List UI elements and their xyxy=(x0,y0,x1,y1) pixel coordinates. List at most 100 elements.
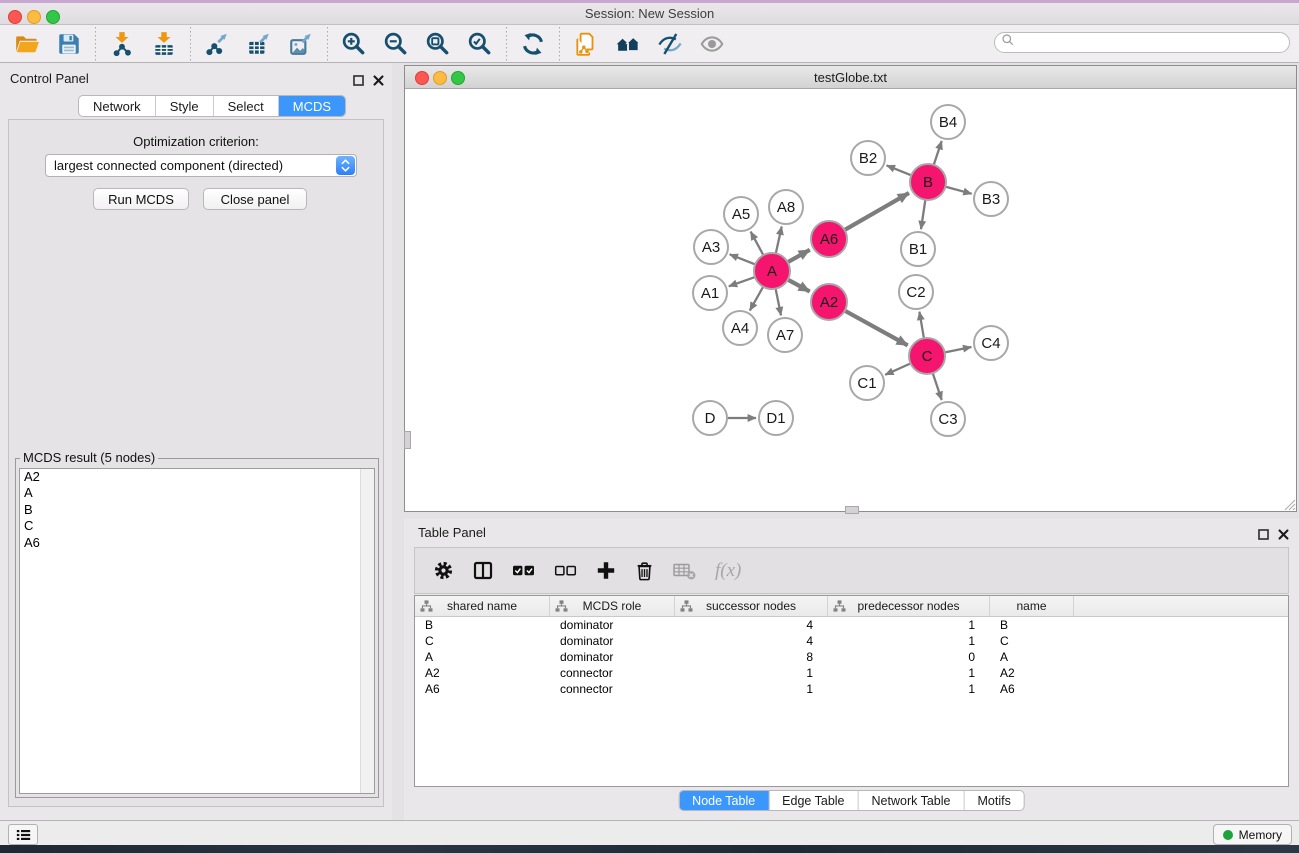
search-input[interactable] xyxy=(1015,34,1289,52)
edge-A-A7[interactable] xyxy=(775,288,781,316)
mcds-result-item[interactable]: A6 xyxy=(20,535,374,551)
node-A8[interactable]: A8 xyxy=(769,190,803,224)
close-panel-icon[interactable] xyxy=(1278,527,1289,545)
resize-grip-icon[interactable] xyxy=(1283,498,1296,511)
table-cell[interactable]: 0 xyxy=(828,650,990,664)
table-row[interactable]: Adominator80A xyxy=(415,649,1288,665)
table-cell[interactable]: B xyxy=(990,618,1074,632)
search-box[interactable] xyxy=(994,32,1290,53)
edge-C-C1[interactable] xyxy=(885,363,911,375)
zoom-fit-button[interactable] xyxy=(417,27,459,61)
edge-A-A6[interactable] xyxy=(787,250,810,263)
column-header-predecessor-nodes[interactable]: predecessor nodes xyxy=(828,596,990,616)
tab-style[interactable]: Style xyxy=(156,96,214,116)
delete-column-button[interactable] xyxy=(635,560,654,581)
memory-button[interactable]: Memory xyxy=(1213,824,1292,845)
node-A2[interactable]: A2 xyxy=(811,284,847,320)
mcds-result-item[interactable]: B xyxy=(20,502,374,518)
save-session-button[interactable] xyxy=(48,27,90,61)
table-cell[interactable]: dominator xyxy=(550,618,675,632)
table-cell[interactable]: 4 xyxy=(675,618,828,632)
table-cell[interactable]: dominator xyxy=(550,634,675,648)
view-left-handle[interactable] xyxy=(404,431,411,449)
node-A6[interactable]: A6 xyxy=(811,221,847,257)
close-panel-button[interactable]: Close panel xyxy=(203,188,307,210)
table-cell[interactable]: A2 xyxy=(990,666,1074,680)
node-D1[interactable]: D1 xyxy=(759,401,793,435)
node-A1[interactable]: A1 xyxy=(693,276,727,310)
export-network-button[interactable] xyxy=(196,27,238,61)
node-C4[interactable]: C4 xyxy=(974,326,1008,360)
tab-mcds[interactable]: MCDS xyxy=(279,96,345,116)
select-all-columns-button[interactable] xyxy=(512,560,535,581)
import-table-button[interactable] xyxy=(143,27,185,61)
edge-A-A8[interactable] xyxy=(776,227,782,255)
float-panel-icon[interactable] xyxy=(353,73,364,91)
network-canvas[interactable]: B4B2BB3A8A5A6A3B1AC2A1A2A4A7C4CC1C3DD1 xyxy=(405,89,1296,511)
table-cell[interactable]: 8 xyxy=(675,650,828,664)
edge-B-B2[interactable] xyxy=(887,165,913,175)
edge-A-A3[interactable] xyxy=(730,254,757,264)
node-B1[interactable]: B1 xyxy=(901,232,935,266)
edge-A6-B[interactable] xyxy=(844,193,909,231)
table-row[interactable]: A2connector11A2 xyxy=(415,665,1288,681)
tab-node-table[interactable]: Node Table xyxy=(679,791,769,810)
refresh-layout-button[interactable] xyxy=(512,27,554,61)
table-cell[interactable]: 1 xyxy=(828,634,990,648)
unselect-all-columns-button[interactable] xyxy=(554,560,577,581)
table-row[interactable]: Bdominator41B xyxy=(415,617,1288,633)
export-image-button[interactable] xyxy=(280,27,322,61)
table-settings-button[interactable] xyxy=(433,560,454,581)
edge-B-B3[interactable] xyxy=(944,186,971,193)
table-cell[interactable]: C xyxy=(990,634,1074,648)
float-panel-icon[interactable] xyxy=(1258,527,1269,545)
zoom-out-button[interactable] xyxy=(375,27,417,61)
table-cell[interactable]: 4 xyxy=(675,634,828,648)
edge-B-B1[interactable] xyxy=(921,199,926,229)
table-cell[interactable]: 1 xyxy=(675,666,828,680)
node-A4[interactable]: A4 xyxy=(723,311,757,345)
criterion-dropdown[interactable]: largest connected component (directed) xyxy=(45,154,357,177)
node-A[interactable]: A xyxy=(754,253,790,289)
table-row[interactable]: Cdominator41C xyxy=(415,633,1288,649)
zoom-selected-button[interactable] xyxy=(459,27,501,61)
table-cell[interactable]: dominator xyxy=(550,650,675,664)
column-header-MCDS-role[interactable]: MCDS role xyxy=(550,596,675,616)
mcds-result-item[interactable]: A xyxy=(20,485,374,501)
table-cell[interactable]: 1 xyxy=(828,666,990,680)
column-header-successor-nodes[interactable]: successor nodes xyxy=(675,596,828,616)
show-hide-button[interactable] xyxy=(691,27,733,61)
table-cell[interactable]: 1 xyxy=(828,618,990,632)
table-cell[interactable]: A xyxy=(415,650,550,664)
node-B2[interactable]: B2 xyxy=(851,141,885,175)
tab-motifs[interactable]: Motifs xyxy=(964,791,1023,810)
open-session-button[interactable] xyxy=(6,27,48,61)
node-A7[interactable]: A7 xyxy=(768,318,802,352)
mcds-result-list[interactable]: A2ABCA6 xyxy=(19,468,375,794)
close-panel-icon[interactable] xyxy=(373,73,384,91)
node-B[interactable]: B xyxy=(910,164,946,200)
clone-network-button[interactable] xyxy=(565,27,607,61)
tab-select[interactable]: Select xyxy=(214,96,279,116)
table-cell[interactable]: connector xyxy=(550,682,675,696)
edge-C-C3[interactable] xyxy=(932,372,941,400)
node-C3[interactable]: C3 xyxy=(931,402,965,436)
table-cell[interactable]: A6 xyxy=(415,682,550,696)
node-D[interactable]: D xyxy=(693,401,727,435)
column-header-name[interactable]: name xyxy=(990,596,1074,616)
create-column-button[interactable] xyxy=(596,560,616,581)
table-row[interactable]: A6connector11A6 xyxy=(415,681,1288,697)
edge-A2-C[interactable] xyxy=(844,310,908,345)
home-networks-button[interactable] xyxy=(607,27,649,61)
show-columns-button[interactable] xyxy=(473,560,493,581)
edge-C-C2[interactable] xyxy=(919,312,924,340)
node-C2[interactable]: C2 xyxy=(899,275,933,309)
node-B3[interactable]: B3 xyxy=(974,182,1008,216)
edge-A-A1[interactable] xyxy=(729,277,756,287)
table-cell[interactable]: A6 xyxy=(990,682,1074,696)
import-network-button[interactable] xyxy=(101,27,143,61)
node-table[interactable]: shared nameMCDS rolesuccessor nodesprede… xyxy=(414,595,1289,787)
scrollbar-track[interactable] xyxy=(360,469,374,793)
node-C1[interactable]: C1 xyxy=(850,366,884,400)
edge-A-A5[interactable] xyxy=(751,232,764,257)
